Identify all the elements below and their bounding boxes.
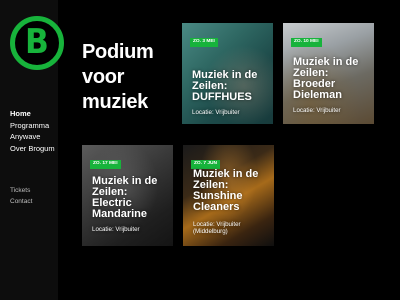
event-location-line: Locatie: Vrijbuiter (193, 221, 241, 228)
event-title: Muziek in de Zeilen: Sunshine Cleaners (193, 169, 270, 213)
event-title-line: Mandarine (92, 208, 148, 220)
event-location: Locatie: Vrijbuiter (Middelburg) (193, 221, 270, 235)
event-date-badge: ZO. 10 MEI (291, 38, 322, 47)
event-title: Muziek in de Zeilen: DUFFHUES (192, 70, 269, 103)
event-location-line: (Middelburg) (193, 228, 228, 235)
primary-nav: Home Programma Anywave Over Brogum (10, 108, 55, 154)
page-heading: Podium voor muziek (82, 40, 154, 115)
nav-item-programma[interactable]: Programma (10, 120, 55, 132)
event-title: Muziek in de Zeilen: Broeder Dieleman (293, 57, 370, 101)
event-card-duffhues[interactable]: ZO. 3 MEI Muziek in de Zeilen: DUFFHUES … (182, 23, 273, 124)
event-title-line: Dieleman (293, 89, 342, 101)
secondary-nav: Tickets Contact (10, 186, 32, 207)
nav-item-anywave[interactable]: Anywave (10, 131, 55, 143)
brogum-logo[interactable]: B (10, 16, 64, 70)
event-title-line: Cleaners (193, 201, 240, 213)
nav-item-home[interactable]: Home (10, 108, 55, 120)
event-title-line: DUFFHUES (192, 91, 252, 103)
nav-item-contact[interactable]: Contact (10, 197, 32, 208)
event-card-electric-mandarine[interactable]: ZO. 17 MEI Muziek in de Zeilen: Electric… (82, 145, 173, 246)
event-location: Locatie: Vrijbuiter (192, 109, 240, 116)
event-date-badge: ZO. 3 MEI (190, 38, 218, 47)
event-date-badge: ZO. 17 MEI (90, 160, 121, 169)
event-location: Locatie: Vrijbuiter (293, 107, 341, 114)
event-title: Muziek in de Zeilen: Electric Mandarine (92, 176, 169, 220)
event-location: Locatie: Vrijbuiter (92, 226, 140, 233)
logo-letter: B (25, 22, 49, 62)
heading-line: Podium (82, 41, 154, 63)
event-card-sunshine-cleaners[interactable]: ZO. 7 JUN Muziek in de Zeilen: Sunshine … (183, 145, 274, 246)
heading-line: muziek (82, 91, 149, 113)
nav-item-over-brogum[interactable]: Over Brogum (10, 143, 55, 155)
nav-item-tickets[interactable]: Tickets (10, 186, 32, 197)
heading-line: voor (82, 66, 125, 88)
event-card-broeder-dieleman[interactable]: ZO. 10 MEI Muziek in de Zeilen: Broeder … (283, 23, 374, 124)
